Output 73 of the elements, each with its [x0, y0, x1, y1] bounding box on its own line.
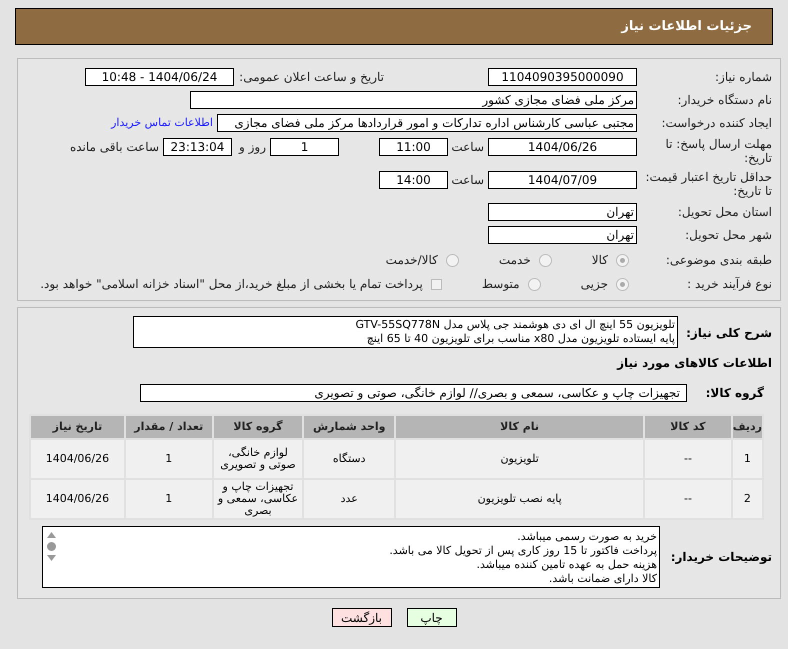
text-field[interactable]: مجتبی عباسی کارشناس اداره تدارکات و امور قراردادها مرکز ملی فضای مجازی — [217, 114, 637, 132]
text-field[interactable]: تهران — [488, 203, 637, 221]
table-cell: تجهیزات چاپ و عکاسی، سمعی و بصری — [212, 479, 304, 519]
field-label: پرداخت تمام یا بخشی از مبلغ خرید،از محل "اسناد خزانه اسلامی" خواهد بود. — [40, 276, 423, 293]
text-field[interactable]: 1404/07/09 — [488, 171, 637, 189]
table-cell: تلویزیون — [395, 439, 644, 479]
field-label: گروه کالا: — [704, 385, 765, 402]
description-textarea[interactable]: تلویزیون 55 اینچ ال ای دی هوشمند جی پلاس مدل GTV-55SQ778N پایه ایستاده تلویزیون مدل x80 مناسب برای تلویزیون 40 تا 65 اینچ — [133, 316, 678, 348]
field-label: تاریخ و ساعت اعلان عمومی: — [238, 69, 384, 86]
radio-button[interactable] — [446, 254, 459, 266]
field-label: نام دستگاه خریدار: — [676, 92, 772, 109]
field-label: ایجاد کننده درخواست: — [660, 115, 772, 132]
field-label: خدمت — [498, 252, 531, 269]
table-cell: 1404/06/26 — [30, 439, 125, 479]
table-cell: -- — [644, 479, 732, 519]
text-field[interactable]: تهران — [488, 226, 637, 244]
column-header: کد کالا — [644, 415, 732, 439]
text-field[interactable]: 1404/06/24 - 10:48 — [85, 68, 234, 86]
scroll-down-icon[interactable] — [46, 555, 56, 561]
field-label: ساعت — [450, 139, 484, 156]
table-cell: 1 — [732, 439, 763, 479]
field-label: متوسط — [482, 276, 520, 293]
text-field[interactable]: 1104090395000090 — [488, 68, 637, 86]
column-header: تاریخ نیاز — [30, 415, 125, 439]
field-label: کالا/خدمت — [386, 252, 438, 269]
field-label: ساعت باقی مانده — [70, 139, 159, 156]
back-button[interactable]: بازگشت — [332, 608, 392, 627]
radio-button[interactable] — [538, 254, 552, 266]
field-label: شماره نیاز: — [714, 69, 772, 86]
text-field[interactable]: 14:00 — [379, 171, 448, 189]
column-header: نام کالا — [395, 415, 644, 439]
table-cell: 1 — [124, 479, 213, 519]
table-cell: 1 — [124, 439, 213, 479]
table-cell: 1404/06/26 — [30, 479, 125, 519]
table-cell: دستگاه — [303, 439, 396, 479]
notes-textarea[interactable]: خرید به صورت رسمی میباشد. پرداخت فاکتور تا 15 روز کاری پس از تحویل کالا می باشد. هزینه حمل به عهده تامین کننده میباشد. کالا دارای ضمانت باشد. — [42, 526, 660, 588]
scroll-up-icon[interactable] — [46, 532, 56, 538]
print-button[interactable]: چاپ — [406, 608, 456, 627]
text-field[interactable]: 1404/06/26 — [488, 138, 637, 156]
field-label: استان محل تحویل: — [676, 204, 772, 221]
field-label: کالا — [592, 252, 608, 269]
field-label: شهر محل تحویل: — [684, 227, 772, 244]
field-label: شرح کلی نیاز: — [685, 325, 772, 342]
table-cell: لوازم خانگی، صوتی و تصویری — [212, 439, 304, 479]
section-title: اطلاعات کالاهای مورد نیاز — [616, 355, 772, 372]
table-cell: پایه نصب تلویزیون — [395, 479, 644, 519]
text-field[interactable]: 11:00 — [379, 138, 448, 156]
checkbox[interactable] — [430, 278, 442, 290]
text-field[interactable]: مرکز ملی فضای مجازی کشور — [190, 91, 637, 109]
table-cell: 2 — [732, 479, 763, 519]
radio-button[interactable] — [528, 278, 541, 290]
column-header: ردیف — [732, 415, 763, 439]
field-label: جزیی — [580, 276, 608, 293]
field-label: مهلت ارسال پاسخ: تا تاریخ: — [664, 137, 772, 165]
contact-link[interactable]: اطلاعات تماس خریدار — [111, 114, 213, 132]
field-label: توضیحات خریدار: — [670, 549, 772, 566]
text-field[interactable]: 23:13:04 — [163, 138, 232, 156]
table-cell: عدد — [303, 479, 396, 519]
column-header: گروه کالا — [212, 415, 304, 439]
table-cell: -- — [644, 439, 732, 479]
field-label: نوع فرآیند خرید : — [686, 276, 772, 293]
scroll-thumb-icon[interactable] — [46, 542, 56, 551]
radio-button[interactable] — [616, 254, 629, 266]
field-label: حداقل تاریخ اعتبار قیمت: تا تاریخ: — [644, 170, 772, 198]
column-header: تعداد / مقدار — [124, 415, 213, 439]
field-label: ساعت — [450, 172, 484, 189]
text-field[interactable]: تجهیزات چاپ و عکاسی، سمعی و بصری// لوازم خانگی، صوتی و تصویری — [140, 384, 687, 402]
field-label: طبقه بندی موضوعی: — [664, 252, 772, 269]
field-label: روز و — [238, 139, 266, 156]
page-title: جزئیات اطلاعات نیاز — [621, 18, 752, 36]
text-field[interactable]: 1 — [270, 138, 339, 156]
radio-button[interactable] — [616, 278, 629, 290]
column-header: واحد شمارش — [303, 415, 396, 439]
